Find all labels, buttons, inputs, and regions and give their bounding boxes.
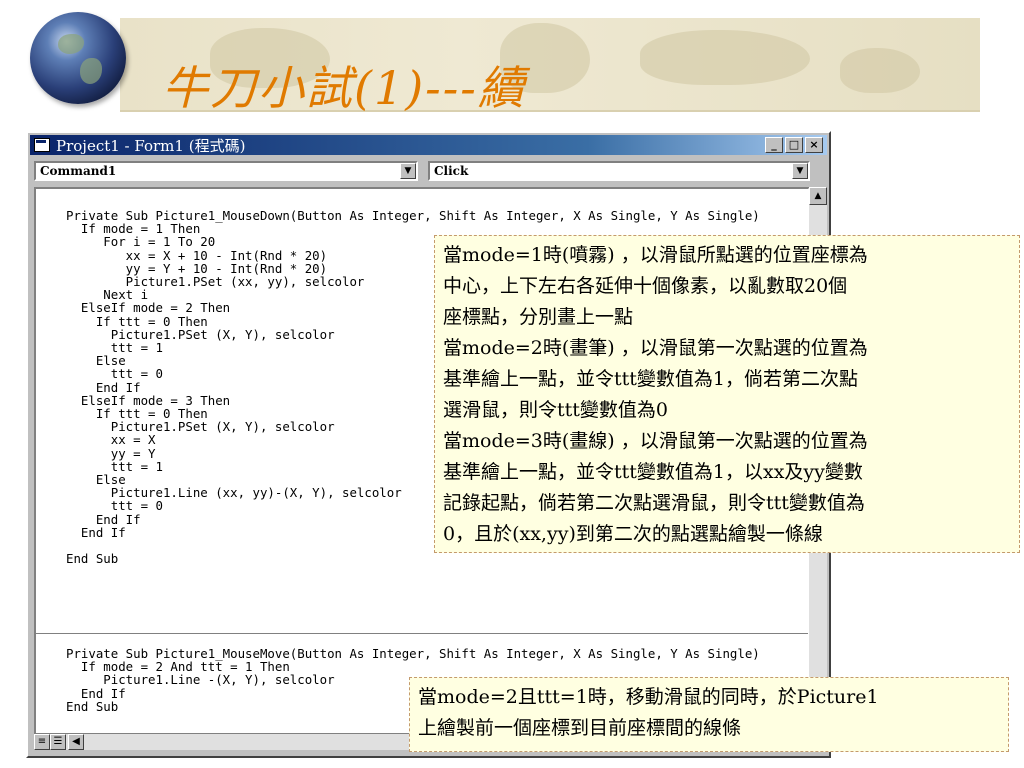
slide-title: 牛刀小試(1)---續 bbox=[162, 61, 526, 115]
procedure-combo[interactable]: Click ▼ bbox=[428, 161, 810, 181]
callout-line: 上繪製前一個座標到目前座標間的線條 bbox=[418, 717, 742, 739]
callout-line: 記錄起點，倘若第二次點選滑鼠，則令ttt變數值為 bbox=[443, 492, 865, 514]
object-combo-value: Command1 bbox=[40, 164, 117, 178]
map-continent-shape bbox=[840, 48, 920, 93]
full-module-view-icon[interactable]: ☰ bbox=[50, 734, 66, 750]
callout-line: 當mode=3時(畫線) ，以滑鼠第一次點選的位置為 bbox=[443, 430, 868, 452]
explanation-callout: 當mode=1時(噴霧) ，以滑鼠所點選的位置座標為 中心，上下左右各延伸十個像素… bbox=[434, 235, 1020, 553]
mousemove-callout: 當mode=2且ttt=1時，移動滑鼠的同時，於Picture1 上繪製前一個座標… bbox=[409, 677, 1009, 752]
code-line: End Sub bbox=[66, 551, 119, 567]
callout-line: 0，且於(xx,yy)到第二次的點選點繪製一條線 bbox=[443, 523, 823, 545]
maximize-button[interactable]: □ bbox=[785, 137, 803, 153]
procedure-separator bbox=[36, 633, 808, 634]
chevron-down-icon[interactable]: ▼ bbox=[792, 163, 808, 179]
scroll-up-icon[interactable]: ▲ bbox=[809, 187, 827, 205]
callout-line: 中心，上下左右各延伸十個像素，以亂數取20個 bbox=[443, 275, 848, 297]
callout-line: 選滑鼠，則令ttt變數值為0 bbox=[443, 399, 668, 421]
scroll-left-icon[interactable]: ◀ bbox=[68, 734, 84, 750]
procedure-combo-value: Click bbox=[434, 164, 469, 178]
minimize-button[interactable]: _ bbox=[765, 137, 783, 153]
globe-icon bbox=[30, 12, 126, 104]
object-combo[interactable]: Command1 ▼ bbox=[34, 161, 418, 181]
window-titlebar[interactable]: Project1 - Form1 (程式碼) _ □ × bbox=[30, 135, 827, 155]
window-title: Project1 - Form1 (程式碼) bbox=[56, 136, 246, 155]
callout-line: 基準繪上一點，並令ttt變數值為1，以xx及yy變數 bbox=[443, 461, 863, 483]
callout-line: 基準繪上一點，並令ttt變數值為1，倘若第二次點 bbox=[443, 368, 858, 390]
callout-line: 當mode=1時(噴霧) ，以滑鼠所點選的位置座標為 bbox=[443, 244, 868, 266]
form-icon bbox=[34, 138, 50, 152]
window-controls: _ □ × bbox=[765, 137, 823, 153]
close-button[interactable]: × bbox=[805, 137, 823, 153]
callout-line: 座標點，分別畫上一點 bbox=[443, 306, 634, 328]
chevron-down-icon[interactable]: ▼ bbox=[400, 163, 416, 179]
map-continent-shape bbox=[640, 30, 810, 85]
procedure-view-icon[interactable]: ≡ bbox=[34, 734, 50, 750]
callout-line: 當mode=2時(畫筆) ，以滑鼠第一次點選的位置為 bbox=[443, 337, 868, 359]
callout-line: 當mode=2且ttt=1時，移動滑鼠的同時，於Picture1 bbox=[418, 686, 879, 708]
